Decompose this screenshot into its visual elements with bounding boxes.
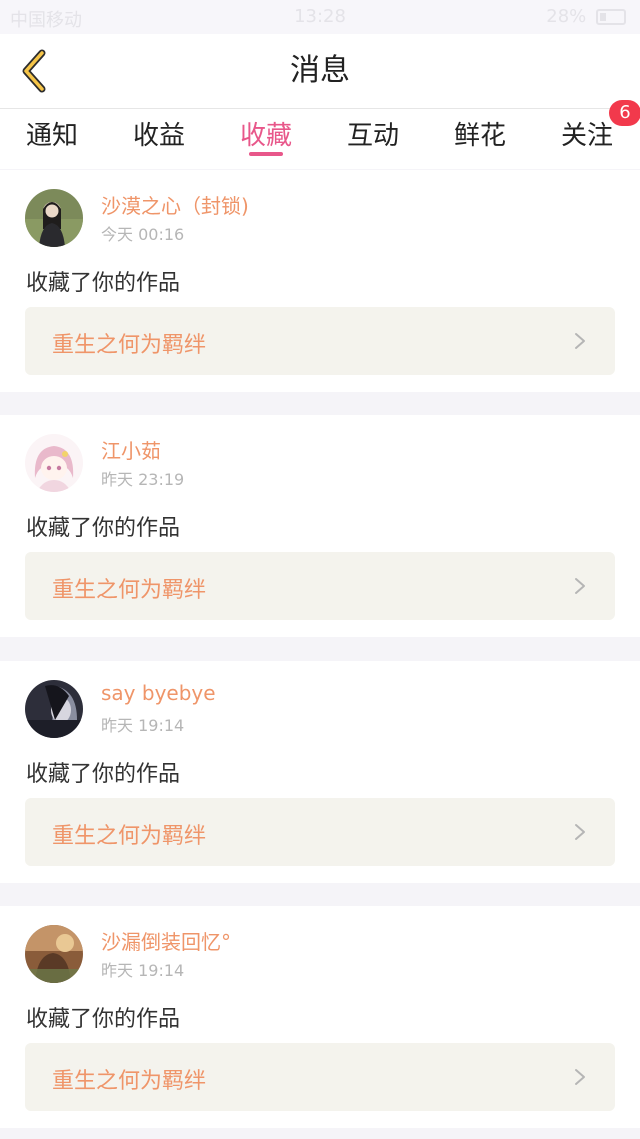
tab-label: 互动 [347,121,400,151]
tab-earnings[interactable]: 收益 [133,109,193,169]
message-time: 昨天 19:14 [101,961,185,980]
message-card: say byebye 昨天 19:14 收藏了你的作品 重生之何为羁绊 [0,661,640,883]
tab-label: 通知 [26,121,79,151]
message-time: 昨天 23:19 [101,470,185,489]
page-title: 消息 [290,53,350,88]
chevron-right-icon [575,824,585,840]
action-text: 收藏了你的作品 [26,271,181,296]
work-link[interactable]: 重生之何为羁绊 [25,552,615,620]
tab-notifications[interactable]: 通知 [26,109,86,169]
work-link[interactable]: 重生之何为羁绊 [25,307,615,375]
nav-bar: 消息 [0,34,640,109]
action-text: 收藏了你的作品 [26,1007,181,1032]
chevron-left-icon [22,49,46,93]
work-link[interactable]: 重生之何为羁绊 [25,1043,615,1111]
user-name[interactable]: say byebye [101,681,216,705]
user-name[interactable]: 沙漠之心（封锁) [101,190,249,219]
work-link[interactable]: 重生之何为羁绊 [25,798,615,866]
tab-flowers[interactable]: 鲜花 [454,109,514,169]
avatar-warm-photo [25,925,83,983]
message-card: 沙漠之心（封锁) 今天 00:16 收藏了你的作品 重生之何为羁绊 [0,170,640,392]
tab-label: 关注 [561,121,614,151]
active-tab-indicator [249,152,283,156]
user-name[interactable]: 江小茹 [101,435,161,464]
work-title: 重生之何为羁绊 [52,1069,207,1094]
work-title: 重生之何为羁绊 [52,824,207,849]
battery-icon [596,9,626,25]
tab-label: 鲜花 [454,121,507,151]
message-time: 昨天 19:14 [101,716,185,735]
tab-bar: 通知 收益 收藏 互动 鲜花 关注 [0,109,640,169]
follows-badge: 6 [609,100,640,126]
message-card: 江小茹 昨天 23:19 收藏了你的作品 重生之何为羁绊 [0,415,640,637]
avatar-anime-girl [25,434,83,492]
work-title: 重生之何为羁绊 [52,333,207,358]
user-name[interactable]: 沙漏倒装回忆° [101,926,231,955]
avatar[interactable] [25,434,83,492]
tab-label: 收藏 [240,121,293,151]
avatar-photo-girl-in-grass [25,189,83,247]
avatar[interactable] [25,925,83,983]
battery-status: 28% [546,6,626,27]
action-text: 收藏了你的作品 [26,762,181,787]
chevron-right-icon [575,1069,585,1085]
avatar[interactable] [25,680,83,738]
back-button[interactable] [8,46,58,96]
status-bar: 中国移动 13:28 28% [0,0,640,34]
battery-percent: 28% [546,6,587,27]
message-time: 今天 00:16 [101,225,185,244]
tab-interactions[interactable]: 互动 [347,109,407,169]
action-text: 收藏了你的作品 [26,516,181,541]
chevron-right-icon [575,333,585,349]
avatar[interactable] [25,189,83,247]
tab-label: 收益 [133,121,186,151]
message-card: 沙漏倒装回忆° 昨天 19:14 收藏了你的作品 重生之何为羁绊 [0,906,640,1128]
work-title: 重生之何为羁绊 [52,578,207,603]
chevron-right-icon [575,578,585,594]
tab-favorites[interactable]: 收藏 [240,109,300,169]
clock: 13:28 [294,6,346,27]
avatar-dark-portrait [25,680,83,738]
